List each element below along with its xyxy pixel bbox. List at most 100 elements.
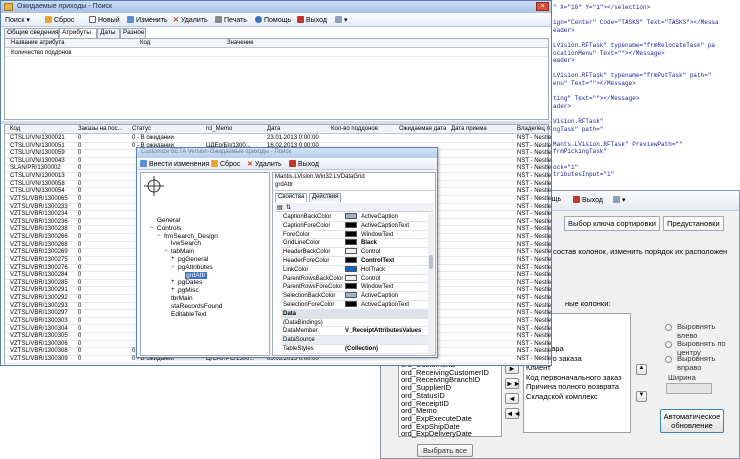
dialog-exit-button[interactable]: Выход [289, 160, 319, 168]
table-row[interactable]: CTSLU/VN/1300021 0 0 - В ожидании 23.01.201… [5, 135, 551, 143]
results-column-header[interactable]: Статус [132, 126, 151, 132]
property-row[interactable]: Data [281, 309, 431, 319]
tab-sort-key[interactable]: Выбор ключа сортировки [564, 216, 660, 231]
dialog-reset-button[interactable]: Сброс [211, 160, 240, 168]
tree-node[interactable]: General [157, 217, 180, 224]
close-icon[interactable]: × [536, 2, 549, 11]
tree-node[interactable]: pgAttributes [178, 264, 213, 271]
list-item[interactable]: Код первоначального заказ [524, 373, 622, 382]
tab-presets[interactable]: Предустановки [663, 216, 724, 231]
select-all-button[interactable]: Выбрать все [417, 444, 473, 457]
attr-column-header[interactable]: Код [140, 40, 150, 46]
property-row[interactable]: GridLineColor Black [281, 239, 431, 249]
property-row[interactable]: LinkColor HotTrack [281, 265, 431, 275]
available-columns-list[interactable]: ord_CustomerIDord_ReceivingCustomerIDord… [398, 359, 502, 437]
layout-dropdown[interactable]: ▾ [335, 16, 348, 24]
tree-expander-icon[interactable]: + [171, 279, 175, 285]
list-item[interactable]: Складской комплекс [524, 392, 598, 401]
property-row[interactable]: DataSource [281, 336, 431, 345]
tree-expander-icon[interactable]: + [171, 287, 175, 293]
property-row[interactable]: CaptionBackColor ActiveCaption [281, 213, 431, 222]
tree-expander-icon[interactable]: − [157, 233, 161, 239]
property-row[interactable]: SelectionForeColor ActiveCaptionText [281, 301, 431, 310]
results-column-header[interactable]: rcl_Memo [206, 126, 232, 132]
list-item[interactable]: Причина полного возврата [524, 382, 619, 391]
results-column-header[interactable]: Владелец то... [517, 126, 551, 132]
tree-node[interactable]: staRecordsFound [171, 303, 222, 310]
alphabetical-icon[interactable]: ⇅ [286, 204, 291, 211]
property-row[interactable]: ForeColor WindowText [281, 230, 431, 240]
move-down-button[interactable]: ▼ [636, 391, 647, 402]
search-button[interactable]: Поиск ▾ [5, 16, 30, 24]
tree-node[interactable]: tabMain [171, 248, 194, 255]
property-row[interactable]: DataMember V_ReceiptAttributesValues [281, 327, 431, 337]
component-header: Mantis.LVision.Win32.LVDataGrid grdAttr [273, 173, 435, 191]
delete-button[interactable]: ✕ Удалить [173, 16, 208, 24]
tree-node[interactable]: pgDates [178, 279, 202, 286]
print-button[interactable]: Печать [215, 16, 247, 24]
property-row[interactable]: ParentRowsBackColor Control [281, 274, 431, 284]
align-center-radio[interactable] [665, 341, 672, 348]
align-right-radio[interactable] [665, 356, 672, 363]
table-cell: 0 [78, 180, 82, 187]
dialog-delete-button[interactable]: ✕ Удалить [247, 160, 282, 168]
property-grid[interactable]: CaptionBackColor ActiveCaption CaptionFore… [273, 213, 435, 355]
tree-node[interactable]: pgMisc [178, 287, 199, 294]
results-column-header[interactable]: Ожидаемая дата [399, 126, 446, 132]
attr-grid-header: Название атрибута Код Значение [5, 39, 548, 48]
results-column-header[interactable]: Дата [267, 126, 280, 132]
dropdown-button[interactable]: ▾ [613, 196, 626, 204]
tree-node[interactable]: lvwSearch [171, 240, 201, 247]
exit-button[interactable]: Выход [573, 196, 603, 204]
results-column-header[interactable]: Кол-во поддонов [331, 126, 378, 132]
reset-button[interactable]: Сброс [45, 16, 74, 24]
attr-column-header[interactable]: Название атрибута [11, 40, 64, 46]
crosshair-icon[interactable] [143, 175, 165, 197]
property-row[interactable]: TableStyles (Collection) [281, 345, 431, 354]
auto-update-button[interactable]: Автоматическое обновление [660, 409, 724, 433]
width-field[interactable] [666, 383, 712, 394]
align-left-radio[interactable] [665, 324, 672, 331]
tree-expander-icon[interactable]: − [164, 248, 168, 254]
move-all-right-button[interactable]: ►► [505, 378, 521, 389]
tree-node[interactable]: grdAttr [185, 271, 207, 279]
tree-node[interactable]: frmSearch_Design [164, 233, 218, 240]
tab-properties[interactable]: Свойства [275, 193, 308, 202]
results-column-header[interactable]: Заказы на пос... [78, 126, 123, 132]
tab-dates[interactable]: Даты [97, 28, 120, 38]
tree-node[interactable]: pgGeneral [178, 256, 208, 263]
property-row[interactable]: HeaderBackColor Control [281, 248, 431, 257]
tab-actions[interactable]: Действия [309, 193, 342, 202]
property-row[interactable]: HeaderForeColor ControlText [281, 257, 431, 266]
categorized-icon[interactable]: ▤ [277, 204, 283, 211]
help-button[interactable]: Помощь [255, 16, 291, 24]
scroll-thumb[interactable] [429, 255, 433, 269]
tree-node[interactable]: tbrMain [171, 295, 193, 302]
property-row[interactable]: (DataBindings) [281, 319, 431, 328]
results-column-header[interactable]: Дата приема [451, 126, 487, 132]
apply-button[interactable]: Внести изменения [140, 160, 209, 168]
tree-expander-icon[interactable]: − [171, 264, 175, 270]
attributes-grid[interactable]: Название атрибута Код Значение Количество п… [4, 38, 549, 120]
tab-misc[interactable]: Разное [120, 28, 146, 38]
move-up-button[interactable]: ▲ [636, 364, 647, 375]
property-row[interactable]: SelectionBackColor ActiveCaption [281, 292, 431, 301]
property-row[interactable]: CaptionForeColor ActiveCaptionText [281, 221, 431, 231]
tree-node[interactable]: EditableText [171, 311, 206, 318]
property-row[interactable]: ParentRowsForeColor WindowText [281, 283, 431, 293]
move-all-left-button[interactable]: ◄◄ [505, 408, 521, 419]
exit-button[interactable]: Выход [297, 16, 327, 24]
tree-expander-icon[interactable]: − [150, 225, 154, 231]
tree-node[interactable]: Controls [157, 225, 181, 232]
attr-column-header[interactable]: Значение [227, 40, 254, 46]
controls-tree[interactable]: General − Controls − frmSearch_Design lvwSear… [140, 172, 270, 356]
results-column-header[interactable]: Код [10, 126, 20, 132]
attr-row[interactable]: Количество поддонов [5, 49, 548, 58]
new-button[interactable]: Новый [89, 16, 120, 24]
tree-expander-icon[interactable]: + [171, 256, 175, 262]
list-item[interactable]: ord_ExpDeliveryDate [399, 430, 472, 438]
move-left-button[interactable]: ◄ [505, 393, 519, 404]
edit-button[interactable]: Изменить [127, 16, 168, 24]
tab-general[interactable]: Общие сведения [4, 28, 59, 38]
property-scrollbar[interactable] [428, 213, 434, 355]
